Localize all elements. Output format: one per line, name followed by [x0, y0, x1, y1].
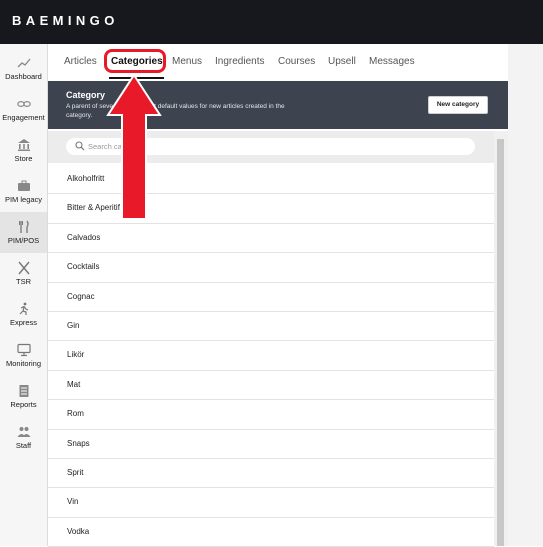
sidebar-item-monitoring[interactable]: Monitoring	[0, 335, 47, 376]
category-name: Sprit	[67, 467, 84, 477]
sidebar-item-label: Engagement	[2, 113, 45, 122]
category-name: Cognac	[67, 291, 95, 301]
category-name: Alkoholfritt	[67, 174, 105, 183]
category-name: Snaps	[67, 438, 90, 448]
category-name: Calvados	[67, 232, 101, 242]
crossed-utensils-icon	[16, 261, 32, 275]
sidebar-item-label: Reports	[10, 400, 37, 409]
people-icon	[16, 425, 32, 439]
list-item[interactable]: Vodka	[48, 518, 494, 547]
right-gutter	[508, 44, 543, 546]
document-icon	[16, 384, 32, 398]
sidebar-item-label: PIM legacy	[4, 195, 43, 204]
category-name: Cocktails	[67, 262, 100, 272]
trend-icon	[16, 56, 32, 70]
list-item[interactable]: Cocktails	[48, 253, 494, 283]
tab-upsell[interactable]: Upsell	[328, 56, 356, 67]
category-name: Rom	[67, 409, 84, 419]
new-category-button[interactable]: New category	[428, 96, 488, 114]
category-name: Vodka	[67, 526, 90, 536]
sidebar-item-engagement[interactable]: Engagement	[0, 89, 47, 130]
tab-categories[interactable]: Categories	[111, 56, 163, 67]
fork-knife-icon	[16, 220, 32, 234]
top-bar: BAEMINGO	[0, 0, 543, 44]
search-box[interactable]	[66, 138, 475, 155]
main-content: Articles Categories Menus Ingredients Co…	[48, 44, 508, 547]
sidebar-item-express[interactable]: Express	[0, 294, 47, 335]
tab-menus[interactable]: Menus	[172, 56, 202, 67]
list-item[interactable]: Snaps	[48, 430, 494, 459]
list-scrollbar[interactable]	[494, 131, 508, 546]
category-name: Vin	[67, 497, 79, 507]
tab-bar: Articles Categories Menus Ingredients Co…	[48, 44, 508, 80]
sidebar-item-staff[interactable]: Staff	[0, 417, 47, 458]
active-tab-indicator	[109, 77, 164, 79]
list-item[interactable]: Vin	[48, 488, 494, 518]
sidebar-item-label: Express	[9, 318, 38, 327]
category-list: Alkoholfritt Bitter & Aperitif Calvados …	[48, 165, 494, 547]
category-name: Bitter & Aperitif	[67, 203, 120, 213]
list-item[interactable]: Mat	[48, 371, 494, 401]
sidebar-item-reports[interactable]: Reports	[0, 376, 47, 417]
infinity-icon	[16, 97, 32, 111]
sidebar-item-label: Staff	[15, 441, 32, 450]
search-input[interactable]	[88, 140, 458, 153]
tab-ingredients[interactable]: Ingredients	[215, 56, 264, 67]
category-name: Gin	[67, 320, 80, 330]
tab-articles[interactable]: Articles	[64, 56, 97, 67]
search-bar	[48, 131, 494, 163]
store-icon	[16, 138, 32, 152]
sidebar-item-label: Store	[14, 154, 33, 163]
tab-messages[interactable]: Messages	[369, 56, 415, 67]
list-item[interactable]: Gin	[48, 312, 494, 342]
app-logo[interactable]: BAEMINGO	[12, 13, 119, 28]
list-item[interactable]: Rom	[48, 400, 494, 430]
scrollbar-thumb[interactable]	[497, 139, 504, 546]
list-item[interactable]: Calvados	[48, 224, 494, 254]
list-item[interactable]: Cognac	[48, 283, 494, 312]
category-header-title: Category	[66, 90, 106, 100]
search-icon	[75, 141, 85, 151]
sidebar-item-label: TSR	[16, 277, 31, 286]
sidebar: Dashboard Engagement Store PIM legacy PI…	[0, 44, 48, 546]
runner-icon	[16, 302, 32, 316]
briefcase-icon	[16, 179, 32, 193]
sidebar-item-pim-legacy[interactable]: PIM legacy	[0, 171, 47, 212]
sidebar-item-tsr[interactable]: TSR	[0, 253, 47, 294]
sidebar-item-label: PIM/POS	[7, 236, 40, 245]
tab-courses[interactable]: Courses	[278, 56, 315, 67]
list-item[interactable]: Bitter & Aperitif	[48, 194, 494, 224]
list-item[interactable]: Sprit	[48, 459, 494, 489]
sidebar-item-pim-pos[interactable]: PIM/POS	[0, 212, 47, 253]
sidebar-item-label: Monitoring	[5, 359, 42, 368]
list-item[interactable]: Alkoholfritt	[48, 165, 494, 195]
category-name: Likör	[67, 350, 85, 360]
category-header: Category A parent of several articles. S…	[48, 81, 508, 129]
category-header-description: A parent of several articles. Set defaul…	[66, 103, 285, 119]
sidebar-item-label: Dashboard	[5, 72, 42, 81]
sidebar-item-dashboard[interactable]: Dashboard	[0, 48, 47, 89]
list-item[interactable]: Likör	[48, 341, 494, 371]
monitor-icon	[16, 343, 32, 357]
sidebar-item-store[interactable]: Store	[0, 130, 47, 171]
category-name: Mat	[67, 379, 81, 389]
